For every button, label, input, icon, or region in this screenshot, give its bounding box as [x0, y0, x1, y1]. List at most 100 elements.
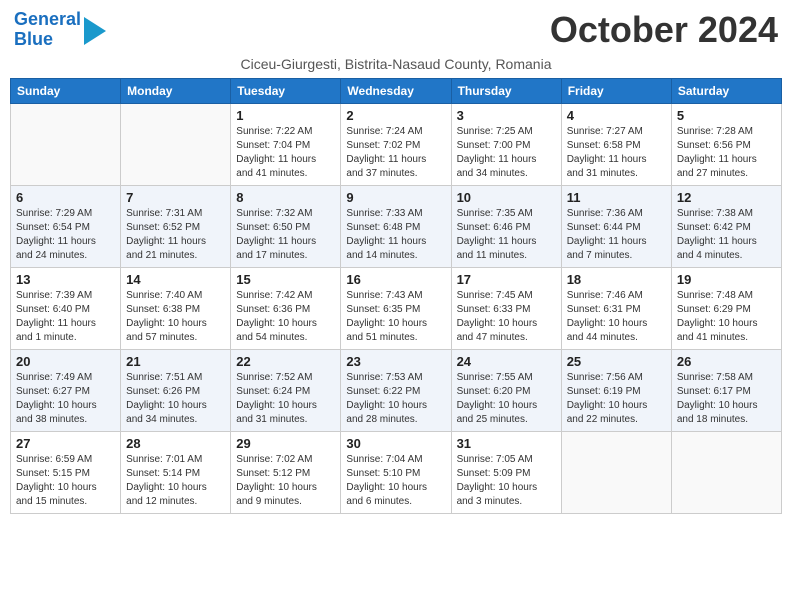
calendar-cell: 10Sunrise: 7:35 AMSunset: 6:46 PMDayligh…: [451, 185, 561, 267]
calendar-cell: 22Sunrise: 7:52 AMSunset: 6:24 PMDayligh…: [231, 349, 341, 431]
day-header-thursday: Thursday: [451, 78, 561, 103]
day-number: 18: [567, 272, 666, 287]
subtitle: Ciceu-Giurgesti, Bistrita-Nasaud County,…: [10, 56, 782, 72]
calendar-cell: 29 Sunrise: 7:02 AMSunset: 5:12 PMDayligh…: [231, 431, 341, 513]
day-number: 27: [16, 436, 115, 451]
day-info: Sunrise: 7:25 AMSunset: 7:00 PMDaylight:…: [457, 125, 556, 181]
day-info: Sunrise: 7:38 AMSunset: 6:42 PMDaylight:…: [677, 207, 776, 263]
day-header-monday: Monday: [121, 78, 231, 103]
day-info: Sunrise: 7:04 AMSunset: 5:10 PMDaylight:…: [346, 453, 445, 509]
day-info: Sunrise: 7:32 AMSunset: 6:50 PMDaylight:…: [236, 207, 335, 263]
day-number: 7: [126, 190, 225, 205]
calendar-cell: 17 Sunrise: 7:45 AMSunset: 6:33 PMDayligh…: [451, 267, 561, 349]
day-info: Sunrise: 7:29 AMSunset: 6:54 PMDaylight:…: [16, 207, 115, 263]
day-info: Sunrise: 7:01 AMSunset: 5:14 PMDaylight:…: [126, 453, 225, 509]
day-number: 21: [126, 354, 225, 369]
calendar-cell: 20Sunrise: 7:49 AMSunset: 6:27 PMDayligh…: [11, 349, 121, 431]
day-number: 24: [457, 354, 556, 369]
day-info: Sunrise: 7:31 AMSunset: 6:52 PMDaylight:…: [126, 207, 225, 263]
day-header-sunday: Sunday: [11, 78, 121, 103]
calendar-cell: 7 Sunrise: 7:31 AMSunset: 6:52 PMDaylight…: [121, 185, 231, 267]
calendar-cell: [11, 103, 121, 185]
calendar-cell: 8 Sunrise: 7:32 AMSunset: 6:50 PMDaylight…: [231, 185, 341, 267]
day-number: 4: [567, 108, 666, 123]
day-info: Sunrise: 7:49 AMSunset: 6:27 PMDaylight:…: [16, 371, 115, 427]
calendar-cell: 23 Sunrise: 7:53 AMSunset: 6:22 PMDayligh…: [341, 349, 451, 431]
calendar-cell: 4 Sunrise: 7:27 AMSunset: 6:58 PMDaylight…: [561, 103, 671, 185]
day-number: 29: [236, 436, 335, 451]
day-number: 2: [346, 108, 445, 123]
logo-arrow-icon: [84, 17, 106, 45]
day-header-tuesday: Tuesday: [231, 78, 341, 103]
day-info: Sunrise: 7:33 AMSunset: 6:48 PMDaylight:…: [346, 207, 445, 263]
day-info: Sunrise: 7:43 AMSunset: 6:35 PMDaylight:…: [346, 289, 445, 345]
calendar-cell: 26 Sunrise: 7:58 AMSunset: 6:17 PMDayligh…: [671, 349, 781, 431]
calendar-cell: 28Sunrise: 7:01 AMSunset: 5:14 PMDayligh…: [121, 431, 231, 513]
day-info: Sunrise: 7:05 AMSunset: 5:09 PMDaylight:…: [457, 453, 556, 509]
day-info: Sunrise: 7:55 AMSunset: 6:20 PMDaylight:…: [457, 371, 556, 427]
day-info: Sunrise: 7:48 AMSunset: 6:29 PMDaylight:…: [677, 289, 776, 345]
day-number: 19: [677, 272, 776, 287]
calendar-cell: 11 Sunrise: 7:36 AMSunset: 6:44 PMDayligh…: [561, 185, 671, 267]
calendar-cell: [121, 103, 231, 185]
header: General Blue October 2024: [10, 10, 782, 50]
calendar-cell: 3Sunrise: 7:25 AMSunset: 7:00 PMDaylight…: [451, 103, 561, 185]
day-number: 9: [346, 190, 445, 205]
logo: General Blue: [14, 10, 106, 50]
calendar-cell: 16 Sunrise: 7:43 AMSunset: 6:35 PMDayligh…: [341, 267, 451, 349]
calendar-week-4: 20Sunrise: 7:49 AMSunset: 6:27 PMDayligh…: [11, 349, 782, 431]
day-info: Sunrise: 7:39 AMSunset: 6:40 PMDaylight:…: [16, 289, 115, 345]
month-title: October 2024: [550, 10, 778, 50]
day-info: Sunrise: 7:56 AMSunset: 6:19 PMDaylight:…: [567, 371, 666, 427]
day-info: Sunrise: 7:53 AMSunset: 6:22 PMDaylight:…: [346, 371, 445, 427]
day-info: Sunrise: 7:36 AMSunset: 6:44 PMDaylight:…: [567, 207, 666, 263]
logo-text: General Blue: [14, 10, 81, 50]
day-info: Sunrise: 7:51 AMSunset: 6:26 PMDaylight:…: [126, 371, 225, 427]
day-number: 26: [677, 354, 776, 369]
calendar-body: 1Sunrise: 7:22 AMSunset: 7:04 PMDaylight…: [11, 103, 782, 513]
day-number: 17: [457, 272, 556, 287]
calendar-cell: 15 Sunrise: 7:42 AMSunset: 6:36 PMDayligh…: [231, 267, 341, 349]
calendar-cell: 24 Sunrise: 7:55 AMSunset: 6:20 PMDayligh…: [451, 349, 561, 431]
calendar-cell: 5Sunrise: 7:28 AMSunset: 6:56 PMDaylight…: [671, 103, 781, 185]
day-info: Sunrise: 7:46 AMSunset: 6:31 PMDaylight:…: [567, 289, 666, 345]
day-number: 1: [236, 108, 335, 123]
day-info: Sunrise: 7:35 AMSunset: 6:46 PMDaylight:…: [457, 207, 556, 263]
calendar-cell: 1Sunrise: 7:22 AMSunset: 7:04 PMDaylight…: [231, 103, 341, 185]
calendar-cell: 9 Sunrise: 7:33 AMSunset: 6:48 PMDaylight…: [341, 185, 451, 267]
day-header-saturday: Saturday: [671, 78, 781, 103]
day-number: 31: [457, 436, 556, 451]
day-number: 6: [16, 190, 115, 205]
calendar-week-5: 27 Sunrise: 6:59 AMSunset: 5:15 PMDayligh…: [11, 431, 782, 513]
calendar-cell: 25 Sunrise: 7:56 AMSunset: 6:19 PMDayligh…: [561, 349, 671, 431]
calendar-header-row: SundayMondayTuesdayWednesdayThursdayFrid…: [11, 78, 782, 103]
day-info: Sunrise: 7:24 AMSunset: 7:02 PMDaylight:…: [346, 125, 445, 181]
day-number: 16: [346, 272, 445, 287]
calendar-cell: 6 Sunrise: 7:29 AMSunset: 6:54 PMDaylight…: [11, 185, 121, 267]
day-number: 14: [126, 272, 225, 287]
calendar-cell: 18 Sunrise: 7:46 AMSunset: 6:31 PMDayligh…: [561, 267, 671, 349]
day-info: Sunrise: 6:59 AMSunset: 5:15 PMDaylight:…: [16, 453, 115, 509]
calendar-cell: 13Sunrise: 7:39 AMSunset: 6:40 PMDayligh…: [11, 267, 121, 349]
day-number: 23: [346, 354, 445, 369]
day-info: Sunrise: 7:45 AMSunset: 6:33 PMDaylight:…: [457, 289, 556, 345]
calendar-table: SundayMondayTuesdayWednesdayThursdayFrid…: [10, 78, 782, 514]
day-number: 30: [346, 436, 445, 451]
day-info: Sunrise: 7:28 AMSunset: 6:56 PMDaylight:…: [677, 125, 776, 181]
calendar-cell: 12Sunrise: 7:38 AMSunset: 6:42 PMDayligh…: [671, 185, 781, 267]
day-number: 11: [567, 190, 666, 205]
day-number: 15: [236, 272, 335, 287]
calendar-cell: [561, 431, 671, 513]
day-info: Sunrise: 7:27 AMSunset: 6:58 PMDaylight:…: [567, 125, 666, 181]
calendar-cell: 31 Sunrise: 7:05 AMSunset: 5:09 PMDayligh…: [451, 431, 561, 513]
calendar-week-1: 1Sunrise: 7:22 AMSunset: 7:04 PMDaylight…: [11, 103, 782, 185]
calendar-cell: 14Sunrise: 7:40 AMSunset: 6:38 PMDayligh…: [121, 267, 231, 349]
day-number: 25: [567, 354, 666, 369]
title-block: October 2024: [550, 10, 778, 50]
day-number: 8: [236, 190, 335, 205]
calendar-cell: 2 Sunrise: 7:24 AMSunset: 7:02 PMDaylight…: [341, 103, 451, 185]
day-header-wednesday: Wednesday: [341, 78, 451, 103]
day-info: Sunrise: 7:42 AMSunset: 6:36 PMDaylight:…: [236, 289, 335, 345]
day-info: Sunrise: 7:02 AMSunset: 5:12 PMDaylight:…: [236, 453, 335, 509]
day-info: Sunrise: 7:58 AMSunset: 6:17 PMDaylight:…: [677, 371, 776, 427]
